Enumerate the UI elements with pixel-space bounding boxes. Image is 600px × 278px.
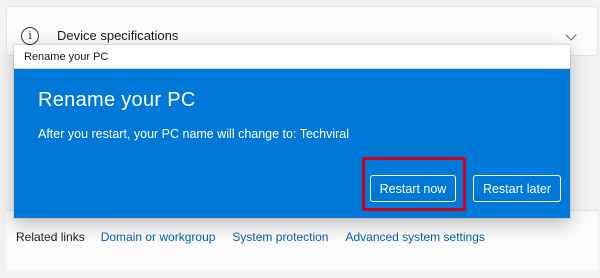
- dialog-body: Rename your PC After you restart, your P…: [14, 69, 570, 218]
- restart-now-button[interactable]: Restart now: [370, 175, 456, 202]
- device-specifications-label: Device specifications: [57, 28, 179, 43]
- dialog-message: After you restart, your PC name will cha…: [38, 127, 350, 141]
- advanced-system-settings-link[interactable]: Advanced system settings: [345, 230, 484, 244]
- info-icon: i: [21, 27, 39, 45]
- related-links-row: Related links Domain or workgroup System…: [16, 230, 502, 244]
- domain-or-workgroup-link[interactable]: Domain or workgroup: [101, 230, 216, 244]
- system-protection-link[interactable]: System protection: [232, 230, 328, 244]
- settings-page: i Device specifications Related links Do…: [0, 0, 600, 278]
- rename-pc-dialog: Rename your PC Rename your PC After you …: [14, 45, 570, 218]
- restart-later-button[interactable]: Restart later: [473, 175, 561, 202]
- dialog-heading: Rename your PC: [38, 89, 196, 111]
- chevron-down-icon[interactable]: [565, 29, 577, 41]
- related-links-label: Related links: [16, 230, 85, 244]
- dialog-titlebar[interactable]: Rename your PC: [14, 45, 570, 69]
- dialog-window-title: Rename your PC: [24, 51, 109, 63]
